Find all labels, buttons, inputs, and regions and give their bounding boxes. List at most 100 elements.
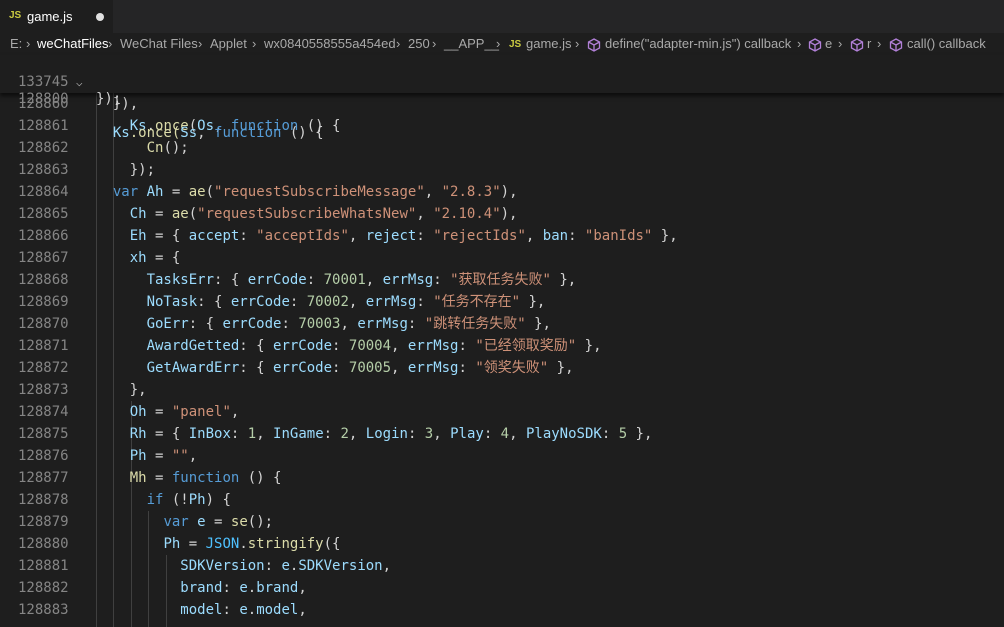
chevron-right-icon: › [26,36,31,51]
chevron-right-icon: › [797,36,802,51]
tab-game-js[interactable]: JS game.js [0,0,113,33]
line-number: 128876 [18,448,69,464]
chevron-right-icon: › [877,36,882,51]
line-number: 128868 [18,272,69,288]
chevron-right-icon: › [575,36,580,51]
line-number: 128865 [18,206,69,222]
breadcrumb-wechat-files[interactable]: WeChat Files [120,36,198,51]
unsaved-dot-icon[interactable] [96,13,104,21]
chevron-right-icon: › [108,36,113,51]
code-text: Ph = JSON.stringify({ [163,536,341,552]
code-line[interactable]: 128871 AwardGetted: { errCode: 70004, er… [0,335,1004,357]
tab-label: game.js [27,9,73,24]
js-file-icon: JS [9,10,22,21]
breadcrumb-drive[interactable]: E: [10,36,22,51]
line-number: 128870 [18,316,69,332]
code-line[interactable]: 128880 Ph = JSON.stringify({ [0,533,1004,555]
line-number: 128873 [18,382,69,398]
sticky-line[interactable]: 128800 ⌵ Ks.once(Ss, function () { [0,74,1004,141]
code-line[interactable]: 128863 }); [0,159,1004,181]
code-text: SDKVersion: e.SDKVersion, [180,558,392,574]
code-text: model: e.model, [180,602,307,618]
breadcrumb-file[interactable]: game.js [526,36,572,51]
line-number: 128875 [18,426,69,442]
line-number: 128883 [18,602,69,618]
code-line[interactable]: 128882 brand: e.brand, [0,577,1004,599]
code-text: AwardGetted: { errCode: 70004, errMsg: "… [146,338,602,354]
line-number: 128800 [18,91,69,107]
code-line[interactable]: 128869 NoTask: { errCode: 70002, errMsg:… [0,291,1004,313]
code-line[interactable]: 128874 Oh = "panel", [0,401,1004,423]
line-number: 128867 [18,250,69,266]
code-text: Ks.once(Ss, function () { [112,125,324,141]
code-text: brand: e.brand, [180,580,307,596]
code-line[interactable]: 128868 TasksErr: { errCode: 70001, errMs… [0,269,1004,291]
breadcrumb-e[interactable]: e [825,36,832,51]
code-line[interactable]: 128865 Ch = ae("requestSubscribeWhatsNew… [0,203,1004,225]
code-text: Rh = { InBox: 1, InGame: 2, Login: 3, Pl… [129,426,653,442]
breadcrumb-call-callback[interactable]: call() callback [907,36,986,51]
chevron-right-icon: › [496,36,501,51]
chevron-right-icon: › [838,36,843,51]
sticky-line[interactable]: 133745 }); [0,57,1004,107]
breadcrumb-applet[interactable]: Applet [210,36,247,51]
code-text: TasksErr: { errCode: 70001, errMsg: "获取任… [146,272,577,288]
code-text: xh = { [129,250,181,266]
code-text: }); [96,91,122,107]
breadcrumb-appid[interactable]: wx0840558555a454ed [264,36,396,51]
symbol-method-icon [808,38,822,55]
chevron-right-icon: › [252,36,257,51]
chevron-down-icon[interactable]: ⌵ [76,74,83,91]
line-number: 128877 [18,470,69,486]
code-line[interactable]: 128876 Ph = "", [0,445,1004,467]
code-line[interactable]: 128867 xh = { [0,247,1004,269]
line-number: 128880 [18,536,69,552]
line-number: 128864 [18,184,69,200]
symbol-method-icon [587,38,601,55]
breadcrumb-r[interactable]: r [867,36,871,51]
code-line[interactable]: 128881 SDKVersion: e.SDKVersion, [0,555,1004,577]
line-number: 128879 [18,514,69,530]
code-line[interactable]: 128872 GetAwardErr: { errCode: 70005, er… [0,357,1004,379]
code-text: var e = se(); [163,514,274,530]
symbol-method-icon [850,38,864,55]
code-line[interactable]: 128875 Rh = { InBox: 1, InGame: 2, Login… [0,423,1004,445]
code-text: if (!Ph) { [146,492,231,508]
code-text: Mh = function () { [129,470,282,486]
code-text: }); [129,162,156,178]
code-line[interactable]: 128870 GoErr: { errCode: 70003, errMsg: … [0,313,1004,335]
symbol-method-icon [889,38,903,55]
line-number: 128882 [18,580,69,596]
sticky-scroll[interactable]: 133745 }); 128800 ⌵ Ks.once(Ss, function… [0,55,1004,141]
code-line[interactable]: 128877 Mh = function () { [0,467,1004,489]
code-text: Oh = "panel", [129,404,240,420]
breadcrumb-version[interactable]: 250 [408,36,430,51]
line-number: 128866 [18,228,69,244]
breadcrumb-define-callback[interactable]: define("adapter-min.js") callback [605,36,791,51]
code-line[interactable]: 128860 }), [0,93,1004,115]
code-text: Ch = ae("requestSubscribeWhatsNew", "2.1… [129,206,518,222]
code-line[interactable]: 128879 var e = se(); [0,511,1004,533]
code-line[interactable]: 128883 model: e.model, [0,599,1004,621]
code-text: Eh = { accept: "acceptIds", reject: "rej… [129,228,678,244]
code-line[interactable]: 128873 }, [0,379,1004,401]
chevron-right-icon: › [198,36,203,51]
code-text: GetAwardErr: { errCode: 70005, errMsg: "… [146,360,574,376]
line-number: 128878 [18,492,69,508]
line-number: 128869 [18,294,69,310]
code-text: }, [129,382,147,398]
breadcrumb-app[interactable]: __APP__ [444,36,499,51]
code-line[interactable]: 128866 Eh = { accept: "acceptIds", rejec… [0,225,1004,247]
tab-bar: JS game.js [0,0,1004,33]
code-line[interactable]: 128864 var Ah = ae("requestSubscribeMess… [0,181,1004,203]
code-text: GoErr: { errCode: 70003, errMsg: "跳转任务失败… [146,316,551,332]
code-text: var Ah = ae("requestSubscribeMessage", "… [112,184,518,200]
breadcrumb-wechatfiles[interactable]: weChatFiles [37,36,109,51]
code-editor[interactable]: 128860 }), 128861 Ks.once(Os, function (… [0,93,1004,627]
code-text: Ph = "", [129,448,198,464]
code-line[interactable]: 128878 if (!Ph) { [0,489,1004,511]
breadcrumb: E: › weChatFiles › WeChat Files › Applet… [0,33,1004,55]
js-file-icon: JS [509,39,522,50]
line-number: 128863 [18,162,69,178]
line-number: 128874 [18,404,69,420]
